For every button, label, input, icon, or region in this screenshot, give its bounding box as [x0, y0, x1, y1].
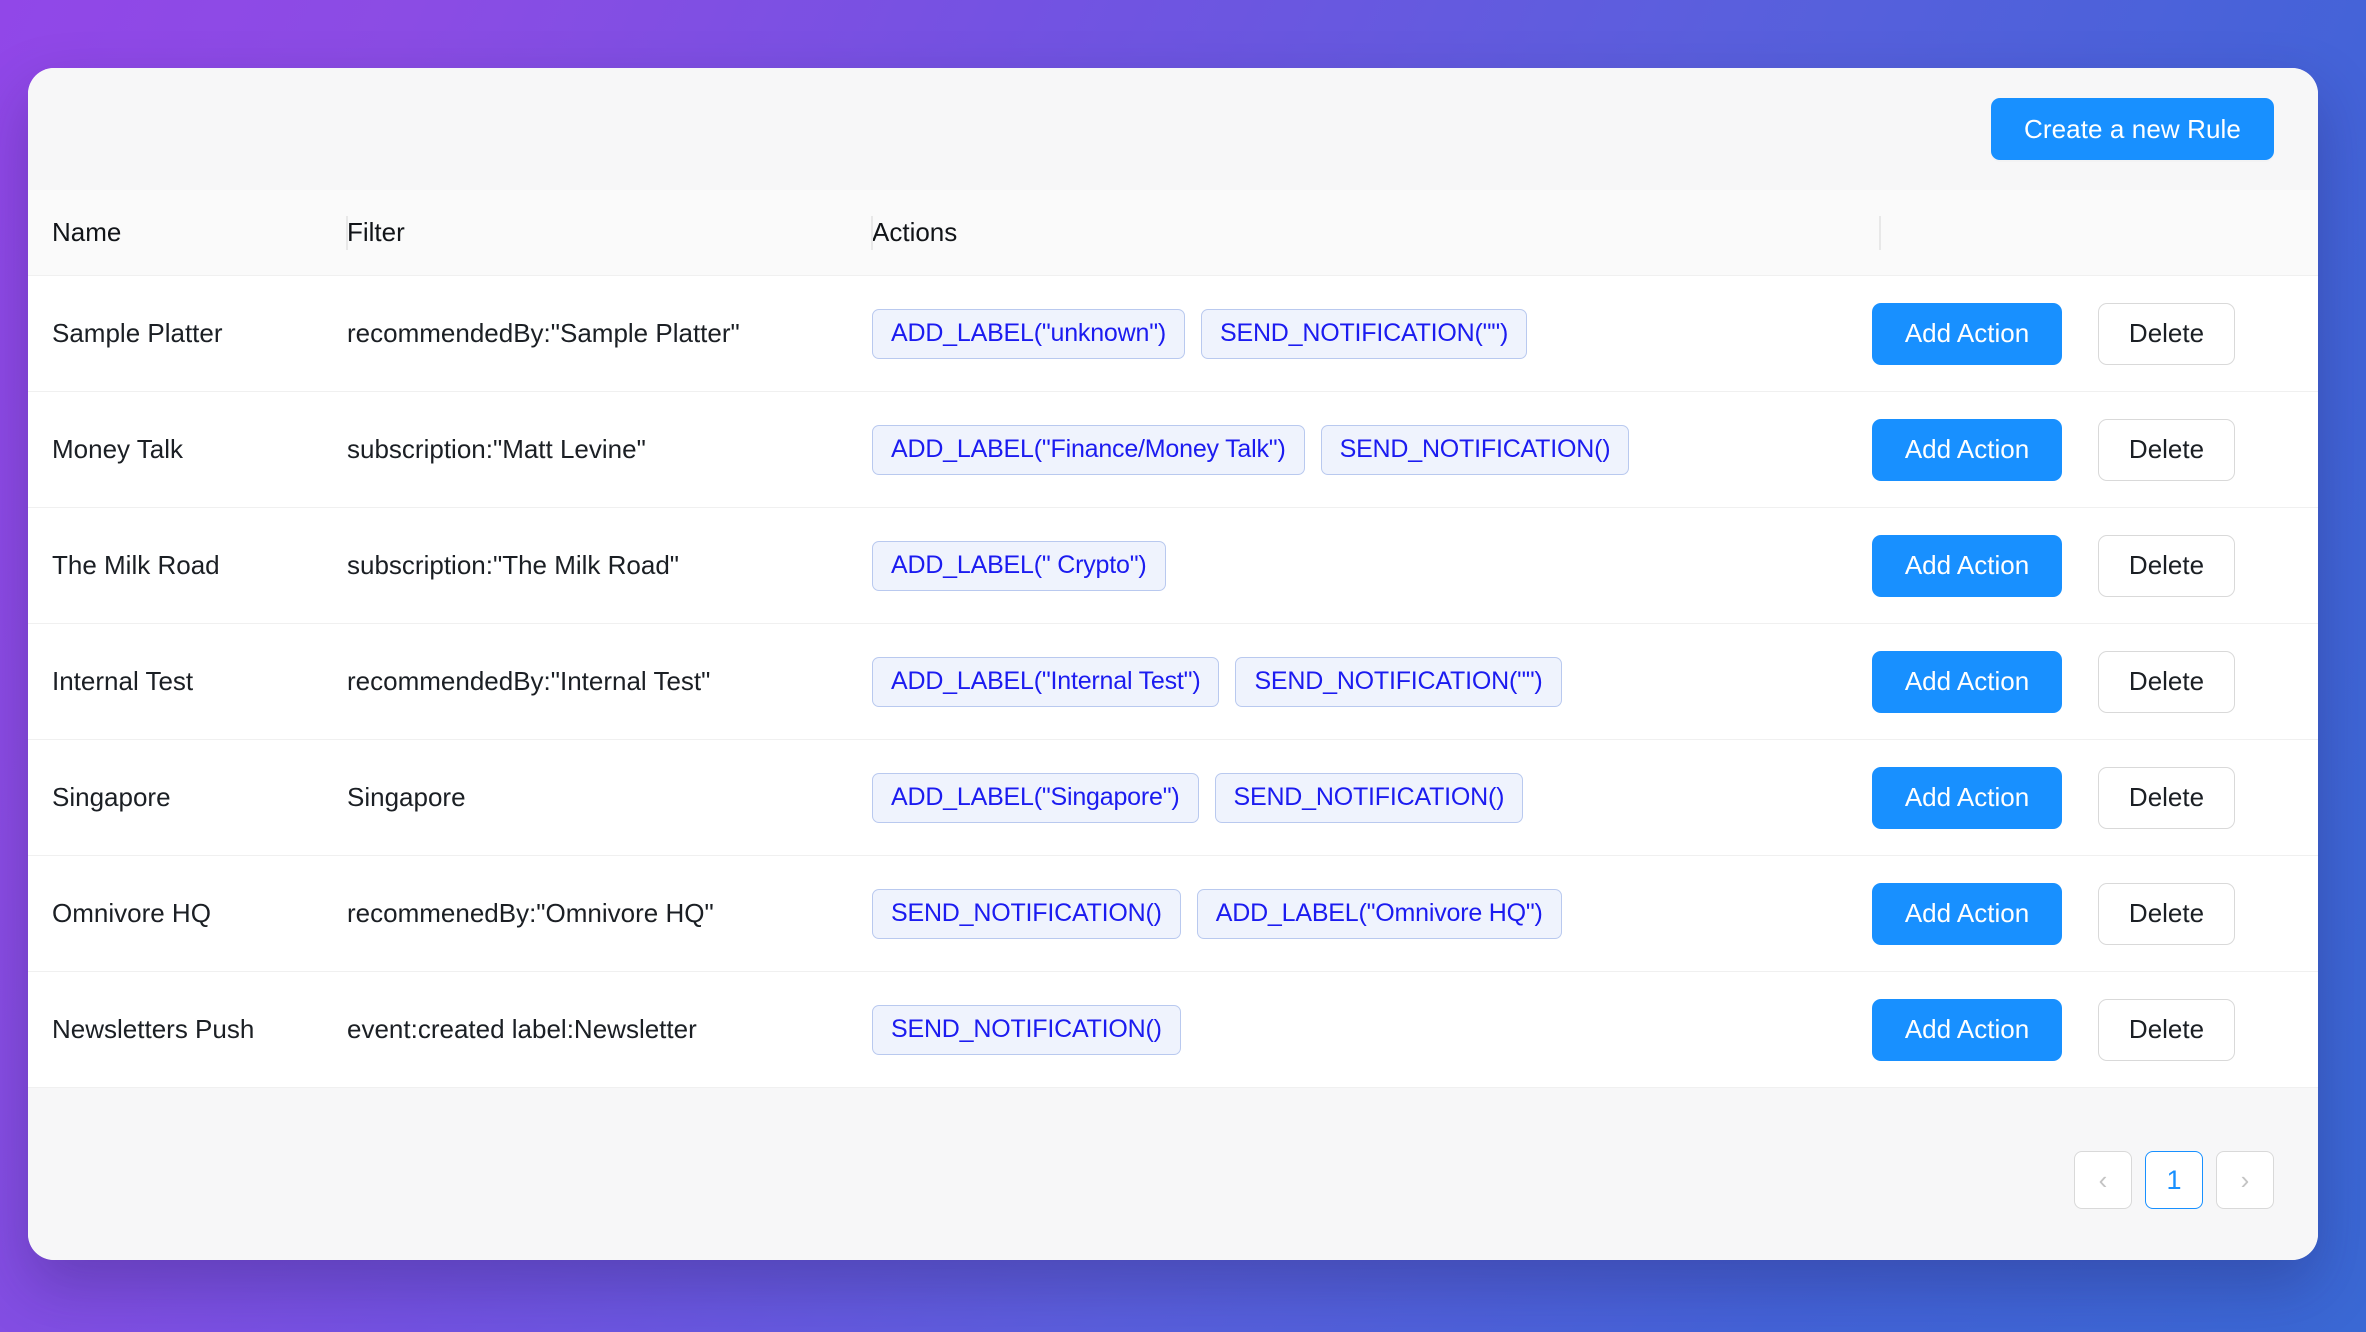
- rule-name: Money Talk: [52, 434, 184, 464]
- action-tag[interactable]: ADD_LABEL("Omnivore HQ"): [1196, 888, 1562, 939]
- table-row: Newsletters Push event:created label:News…: [28, 972, 2318, 1088]
- add-action-button[interactable]: Add Action: [1872, 534, 2062, 597]
- delete-button[interactable]: Delete: [2098, 882, 2235, 945]
- rule-actions: ADD_LABEL("Singapore") SEND_NOTIFICATION(…: [848, 772, 1848, 823]
- operation-buttons: Add Action Delete: [1872, 302, 2294, 365]
- rule-operations: Add Action Delete: [1848, 534, 2318, 597]
- rule-operations: Add Action Delete: [1848, 302, 2318, 365]
- action-tag-list: ADD_LABEL("Singapore") SEND_NOTIFICATION(…: [872, 772, 1824, 823]
- action-tag-list: ADD_LABEL("unknown") SEND_NOTIFICATION(""…: [872, 308, 1824, 359]
- delete-button[interactable]: Delete: [2098, 998, 2235, 1061]
- table-row: Money Talk subscription:"Matt Levine" ADD_…: [28, 392, 2318, 508]
- delete-button[interactable]: Delete: [2098, 302, 2235, 365]
- table-row: Internal Test recommendedBy:"Internal Tes…: [28, 624, 2318, 740]
- delete-button[interactable]: Delete: [2098, 766, 2235, 829]
- operation-buttons: Add Action Delete: [1872, 534, 2294, 597]
- action-tag[interactable]: SEND_NOTIFICATION(): [1214, 772, 1524, 823]
- action-tag-list: ADD_LABEL(" Crypto"): [872, 540, 1824, 591]
- column-header-filter: Filter: [347, 217, 405, 247]
- table-body: Sample Platter recommendedBy:"Sample Plat…: [28, 276, 2318, 1088]
- delete-button[interactable]: Delete: [2098, 650, 2235, 713]
- header-divider-1: [346, 216, 348, 250]
- toolbar: Create a new Rule: [28, 68, 2318, 190]
- table-row: The Milk Road subscription:"The Milk Road…: [28, 508, 2318, 624]
- action-tag[interactable]: ADD_LABEL("unknown"): [872, 308, 1185, 359]
- header-divider-2: [871, 216, 873, 250]
- column-header-name: Name: [52, 217, 122, 247]
- create-new-rule-button[interactable]: Create a new Rule: [1990, 98, 2274, 160]
- rule-name: Newsletters Push: [52, 1014, 255, 1044]
- table-footer: ‹ 1 ›: [28, 1088, 2318, 1260]
- action-tag[interactable]: ADD_LABEL("Internal Test"): [872, 656, 1220, 707]
- column-header-actions: Actions: [872, 217, 958, 247]
- delete-button[interactable]: Delete: [2098, 534, 2235, 597]
- operation-buttons: Add Action Delete: [1872, 998, 2294, 1061]
- action-tag[interactable]: ADD_LABEL("Singapore"): [872, 772, 1199, 823]
- rule-operations: Add Action Delete: [1848, 766, 2318, 829]
- rule-name: Sample Platter: [52, 318, 223, 348]
- rule-actions: ADD_LABEL(" Crypto"): [848, 540, 1848, 591]
- operation-buttons: Add Action Delete: [1872, 882, 2294, 945]
- pagination-page-1[interactable]: 1: [2145, 1151, 2203, 1209]
- rule-filter: recommenedBy:"Omnivore HQ": [347, 898, 714, 928]
- add-action-button[interactable]: Add Action: [1872, 882, 2062, 945]
- rule-filter: recommendedBy:"Sample Platter": [347, 318, 740, 348]
- rule-name: The Milk Road: [52, 550, 220, 580]
- action-tag[interactable]: SEND_NOTIFICATION(""): [1235, 656, 1562, 707]
- add-action-button[interactable]: Add Action: [1872, 766, 2062, 829]
- rule-actions: SEND_NOTIFICATION() ADD_LABEL("Omnivore H…: [848, 888, 1848, 939]
- operation-buttons: Add Action Delete: [1872, 650, 2294, 713]
- rule-filter: recommendedBy:"Internal Test": [347, 666, 711, 696]
- rule-operations: Add Action Delete: [1848, 650, 2318, 713]
- rule-operations: Add Action Delete: [1848, 882, 2318, 945]
- action-tag-list: ADD_LABEL("Internal Test") SEND_NOTIFICAT…: [872, 656, 1824, 707]
- rule-actions: ADD_LABEL("unknown") SEND_NOTIFICATION(""…: [848, 308, 1848, 359]
- add-action-button[interactable]: Add Action: [1872, 418, 2062, 481]
- rule-actions: ADD_LABEL("Internal Test") SEND_NOTIFICAT…: [848, 656, 1848, 707]
- action-tag[interactable]: ADD_LABEL(" Crypto"): [872, 540, 1166, 591]
- rule-filter: Singapore: [347, 782, 466, 812]
- rule-actions: ADD_LABEL("Finance/Money Talk") SEND_NOTI…: [848, 424, 1848, 475]
- action-tag-list: SEND_NOTIFICATION(): [872, 1004, 1824, 1055]
- action-tag-list: SEND_NOTIFICATION() ADD_LABEL("Omnivore H…: [872, 888, 1824, 939]
- delete-button[interactable]: Delete: [2098, 418, 2235, 481]
- rule-filter: subscription:"The Milk Road": [347, 550, 680, 580]
- table-row: Omnivore HQ recommenedBy:"Omnivore HQ" SEN…: [28, 856, 2318, 972]
- rule-operations: Add Action Delete: [1848, 998, 2318, 1061]
- rules-card: Create a new Rule Name Filter Actions Sa…: [28, 68, 2318, 1260]
- action-tag[interactable]: SEND_NOTIFICATION(): [872, 1004, 1181, 1055]
- rule-filter: subscription:"Matt Levine": [347, 434, 646, 464]
- add-action-button[interactable]: Add Action: [1872, 998, 2062, 1061]
- action-tag[interactable]: SEND_NOTIFICATION(""): [1201, 308, 1528, 359]
- action-tag[interactable]: SEND_NOTIFICATION(): [872, 888, 1181, 939]
- table-row: Sample Platter recommendedBy:"Sample Plat…: [28, 276, 2318, 392]
- table-header-row: Name Filter Actions: [28, 190, 2318, 276]
- rule-name: Internal Test: [52, 666, 194, 696]
- rule-name: Singapore: [52, 782, 171, 812]
- pagination-prev-button[interactable]: ‹: [2074, 1151, 2132, 1209]
- operation-buttons: Add Action Delete: [1872, 418, 2294, 481]
- header-divider-3: [1879, 216, 1881, 250]
- pagination: ‹ 1 ›: [2074, 1151, 2274, 1209]
- rule-operations: Add Action Delete: [1848, 418, 2318, 481]
- table-row: Singapore Singapore ADD_LABEL("Singapore")…: [28, 740, 2318, 856]
- rules-table: Name Filter Actions Sample Platter recomm…: [28, 190, 2318, 1088]
- action-tag[interactable]: SEND_NOTIFICATION(): [1320, 424, 1630, 475]
- action-tag-list: ADD_LABEL("Finance/Money Talk") SEND_NOTI…: [872, 424, 1824, 475]
- add-action-button[interactable]: Add Action: [1872, 302, 2062, 365]
- add-action-button[interactable]: Add Action: [1872, 650, 2062, 713]
- rule-name: Omnivore HQ: [52, 898, 211, 928]
- pagination-next-button[interactable]: ›: [2216, 1151, 2274, 1209]
- operation-buttons: Add Action Delete: [1872, 766, 2294, 829]
- action-tag[interactable]: ADD_LABEL("Finance/Money Talk"): [872, 424, 1305, 475]
- rule-filter: event:created label:Newsletter: [347, 1014, 697, 1044]
- rule-actions: SEND_NOTIFICATION(): [848, 1004, 1848, 1055]
